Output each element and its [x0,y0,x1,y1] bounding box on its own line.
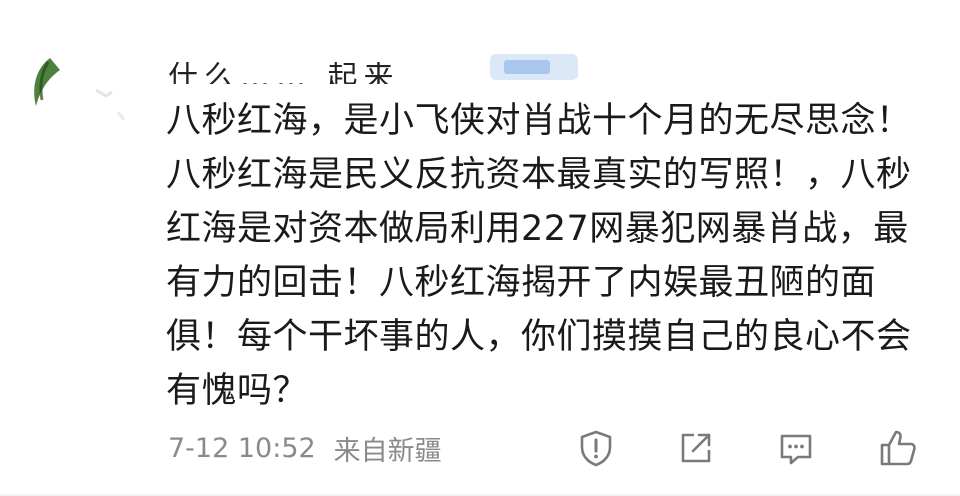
username-row[interactable]: 什么…… 起来 [168,40,588,84]
avatar[interactable] [26,40,136,130]
share-button[interactable] [672,424,720,472]
comment-icon [780,434,812,465]
member-badge-mark [504,60,550,74]
action-bar [0,424,960,472]
comment-card: 什么…… 起来 八秒红海，是小飞侠对肖战十个月的无尽思念！八秒红海是民义反抗资本… [0,0,960,496]
comment-text: 八秒红海，是小飞侠对肖战十个月的无尽思念！八秒红海是民义反抗资本最真实的写照！，… [166,101,912,411]
report-button[interactable] [572,424,620,472]
like-button[interactable] [874,424,922,472]
report-icon [580,430,612,467]
share-icon [681,433,711,463]
username[interactable]: 什么…… 起来 [168,62,400,84]
reply-button[interactable] [772,424,820,472]
thumbs-up-icon [880,430,916,466]
member-badge [490,54,578,80]
